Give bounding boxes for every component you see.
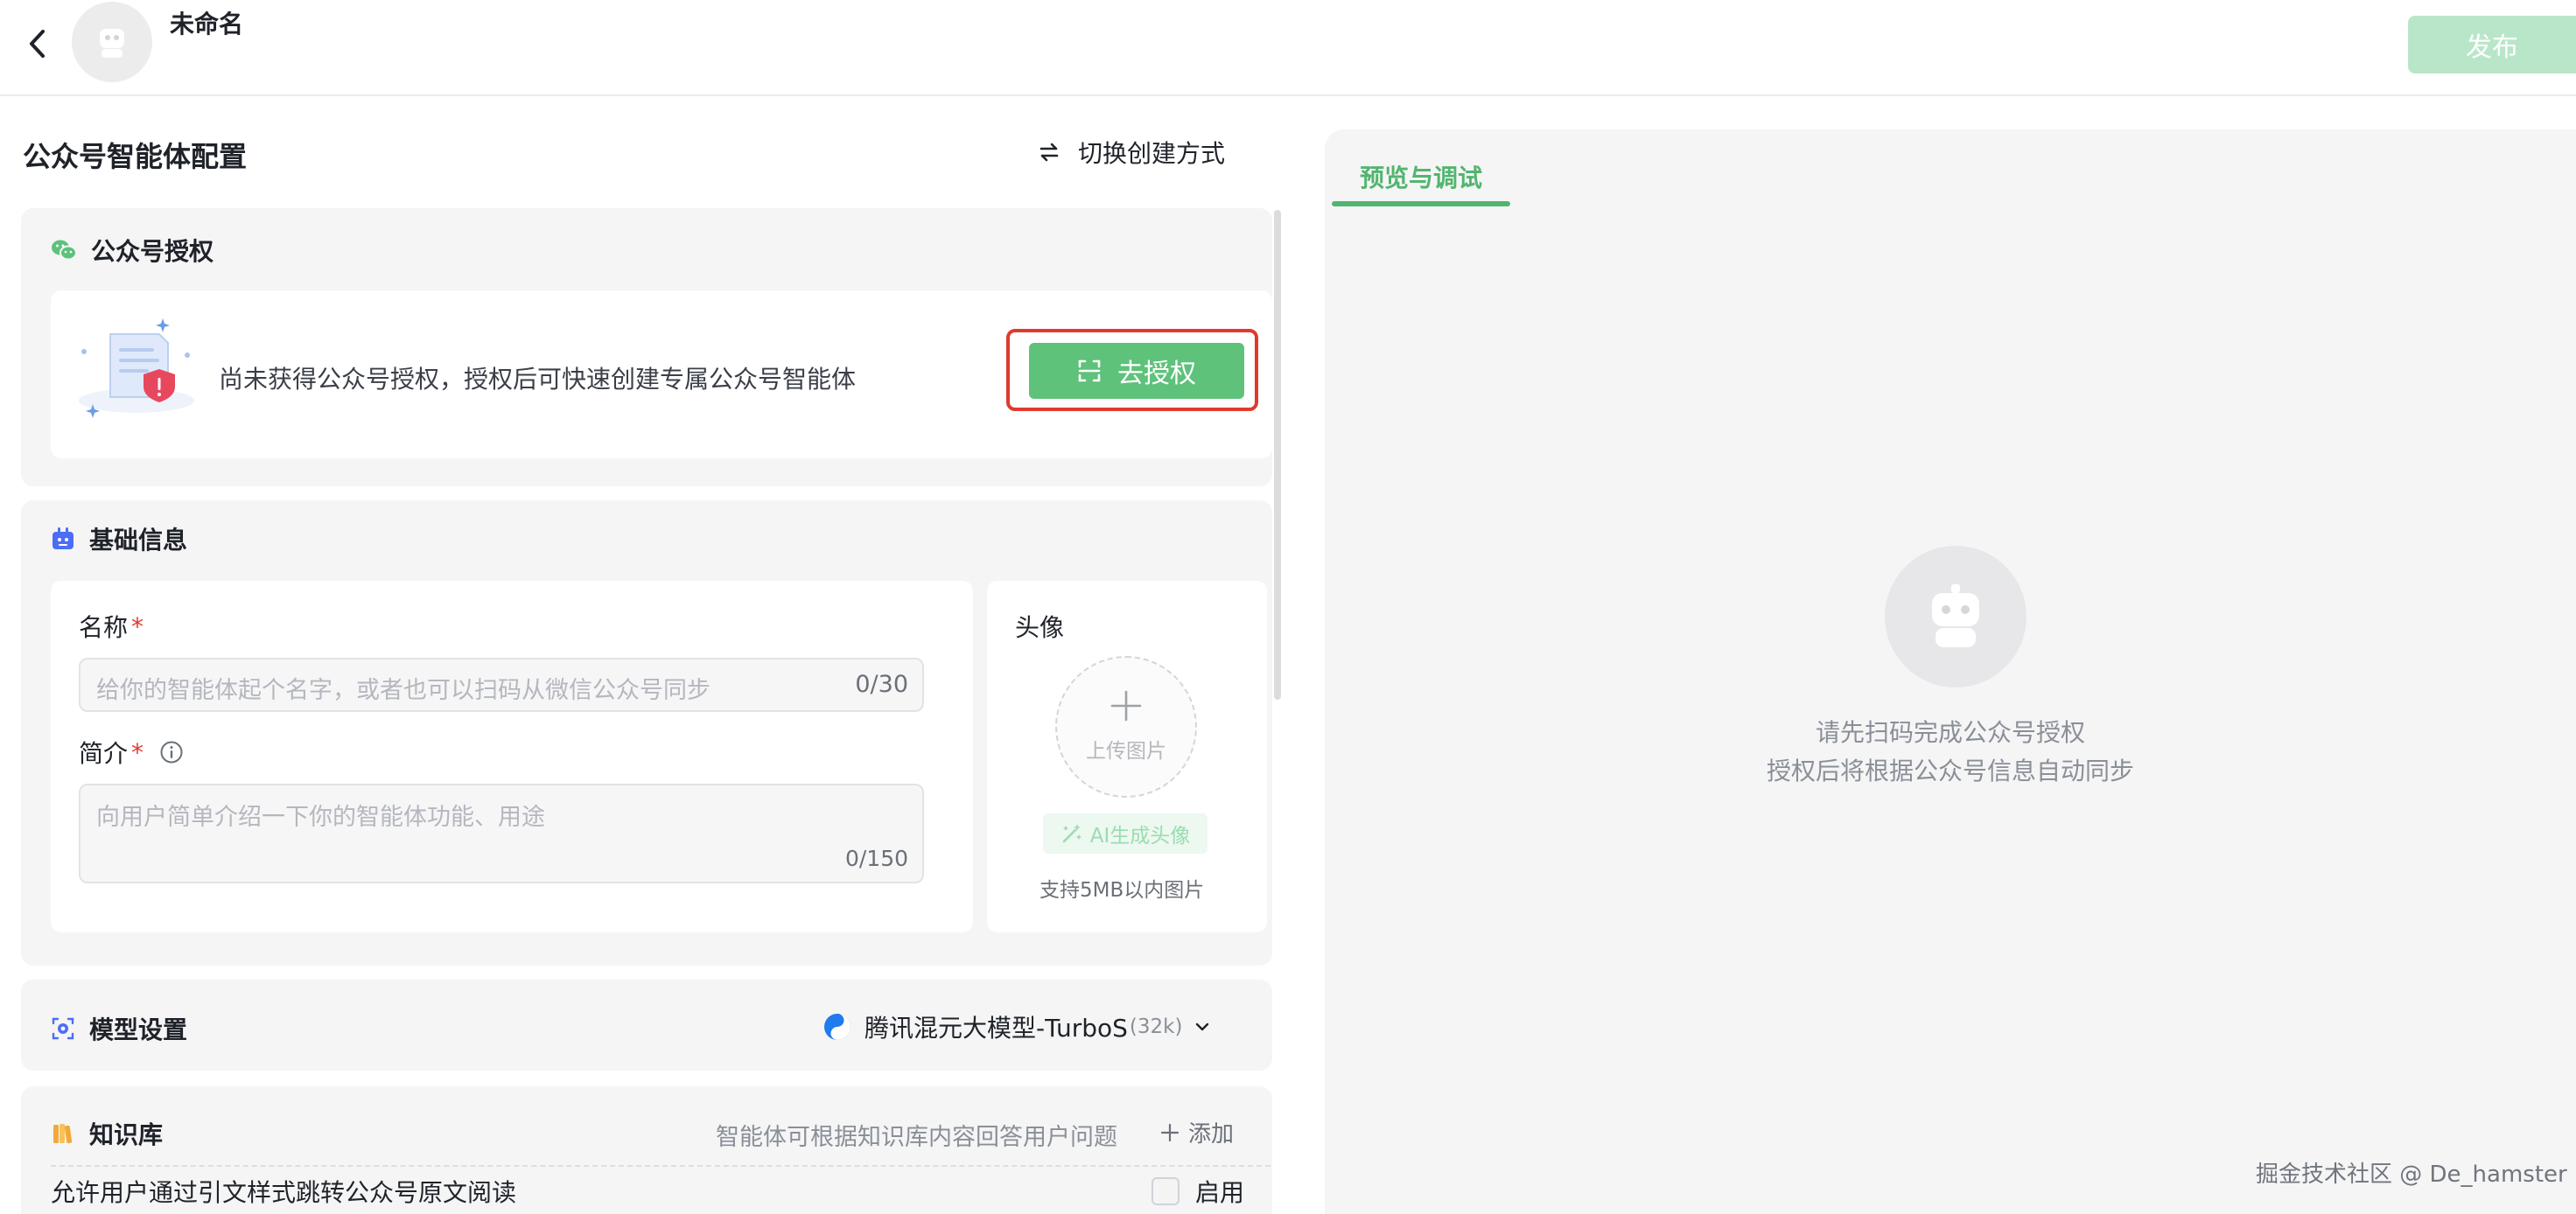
auth-card-header: 公众号授权 [51, 233, 214, 268]
intro-label-text: 简介 [79, 739, 129, 768]
intro-textarea[interactable]: 向用户简单介绍一下你的智能体功能、用途 0/150 [79, 784, 924, 883]
agent-avatar[interactable] [72, 2, 152, 82]
top-bar: 未命名 发布 [0, 0, 2576, 96]
robot-icon [1932, 584, 1979, 647]
auth-box: 尚未获得公众号授权，授权后可快速创建专属公众号智能体 去授权 [51, 290, 1272, 458]
name-counter: 0/30 [855, 671, 908, 698]
upload-image-label: 上传图片 [1086, 740, 1166, 763]
model-settings-header: 模型设置 [51, 1011, 187, 1046]
ai-avatar-label: AI生成头像 [1089, 825, 1191, 848]
name-intro-box: 名称 * 给你的智能体起个名字，或者也可以扫码从微信公众号同步 0/30 简介 … [51, 581, 973, 932]
publish-button[interactable]: 发布 [2408, 16, 2576, 73]
robot-icon [100, 29, 124, 58]
robot-badge-icon [52, 527, 74, 549]
intro-label: 简介 * [79, 735, 184, 770]
config-panel: 公众号智能体配置 切换创建方式 公众号授权 尚未获得公众号授权，授权后可快速创建… [0, 98, 1284, 1214]
empty-state-line1: 请先扫码完成公众号授权 [1815, 718, 2085, 747]
auth-card: 公众号授权 尚未获得公众号授权，授权后可快速创建专属公众号智能体 去授权 [21, 208, 1272, 486]
wechat-icon [52, 240, 77, 261]
model-settings-title: 模型设置 [89, 1015, 188, 1044]
document-shield-icon [79, 318, 194, 418]
back-button[interactable] [19, 23, 54, 65]
model-select[interactable]: 腾讯混元大模型-TurboS (32k) [822, 1009, 1210, 1044]
switch-mode-label: 切换创建方式 [1078, 139, 1226, 168]
books-icon [53, 1124, 73, 1144]
ai-avatar-button[interactable]: AI生成头像 [1043, 813, 1208, 854]
required-mark: * [131, 611, 144, 641]
model-settings-card: 模型设置 腾讯混元大模型-TurboS (32k) [21, 980, 1272, 1071]
swap-icon [1040, 143, 1059, 162]
authorize-label: 去授权 [1117, 359, 1196, 389]
tab-active-indicator [1332, 201, 1510, 206]
required-mark: * [131, 737, 144, 767]
chevron-left-icon [30, 30, 45, 58]
knowledge-title: 知识库 [89, 1120, 164, 1149]
agent-name-title[interactable]: 未命名 [170, 5, 243, 40]
switch-mode-button[interactable]: 切换创建方式 [1038, 135, 1225, 170]
empty-state-line2: 授权后将根据公众号信息自动同步 [1766, 757, 2134, 785]
upload-hint: 支持5MB以内图片 [1040, 879, 1205, 902]
intro-placeholder: 向用户简单介绍一下你的智能体功能、用途 [96, 804, 545, 831]
avatar-label: 头像 [1015, 613, 1065, 642]
name-input[interactable]: 给你的智能体起个名字，或者也可以扫码从微信公众号同步 0/30 [79, 658, 924, 712]
authorize-button[interactable]: 去授权 [1029, 343, 1244, 399]
config-title: 公众号智能体配置 [23, 140, 248, 173]
magic-wand-icon [1062, 824, 1082, 843]
enable-jump-label[interactable]: 启用 [1195, 1174, 1244, 1209]
empty-state-avatar [1885, 546, 2026, 687]
upload-image-button[interactable]: 上传图片 [1055, 656, 1197, 798]
intro-counter: 0/150 [844, 846, 908, 871]
plus-icon [1160, 1123, 1180, 1141]
plus-icon [1110, 690, 1142, 722]
divider [51, 1165, 1270, 1167]
basic-info-card: 基础信息 名称 * 给你的智能体起个名字，或者也可以扫码从微信公众号同步 0/3… [21, 500, 1272, 966]
jump-option-text: 允许用户通过引文样式跳转公众号原文阅读 [51, 1178, 517, 1207]
model-name: 腾讯混元大模型-TurboS [864, 1014, 1128, 1043]
name-label: 名称 * [79, 609, 144, 644]
hunyuan-logo-icon [824, 1014, 850, 1040]
basic-info-header: 基础信息 [51, 521, 187, 556]
scan-icon [1078, 359, 1101, 382]
add-knowledge-label: 添加 [1188, 1121, 1235, 1148]
name-label-text: 名称 [79, 613, 129, 642]
preview-panel: 预览与调试 请先扫码完成公众号授权 授权后将根据公众号信息自动同步 [1325, 129, 2576, 1214]
scrollbar[interactable] [1274, 210, 1281, 700]
chevron-down-icon [1196, 1022, 1209, 1031]
info-icon[interactable] [159, 740, 184, 764]
tab-preview-debug[interactable]: 预览与调试 [1360, 159, 1482, 194]
knowledge-header: 知识库 [51, 1116, 163, 1151]
knowledge-description: 智能体可根据知识库内容回答用户问题 [716, 1124, 1117, 1151]
avatar-upload-box: 头像 上传图片 AI生成头像 支持5MB以内图片 [987, 581, 1267, 932]
model-context: (32k) [1129, 1015, 1183, 1038]
add-knowledge-button[interactable]: 添加 [1160, 1116, 1234, 1148]
model-icon [52, 1017, 74, 1040]
auth-card-title: 公众号授权 [91, 237, 214, 266]
auth-message: 尚未获得公众号授权，授权后可快速创建专属公众号智能体 [219, 365, 857, 394]
name-placeholder: 给你的智能体起个名字，或者也可以扫码从微信公众号同步 [96, 677, 710, 704]
enable-jump-checkbox[interactable] [1152, 1177, 1180, 1205]
watermark: 掘金技术社区 @ De_hamster [2256, 1162, 2567, 1188]
basic-info-title: 基础信息 [89, 526, 188, 555]
